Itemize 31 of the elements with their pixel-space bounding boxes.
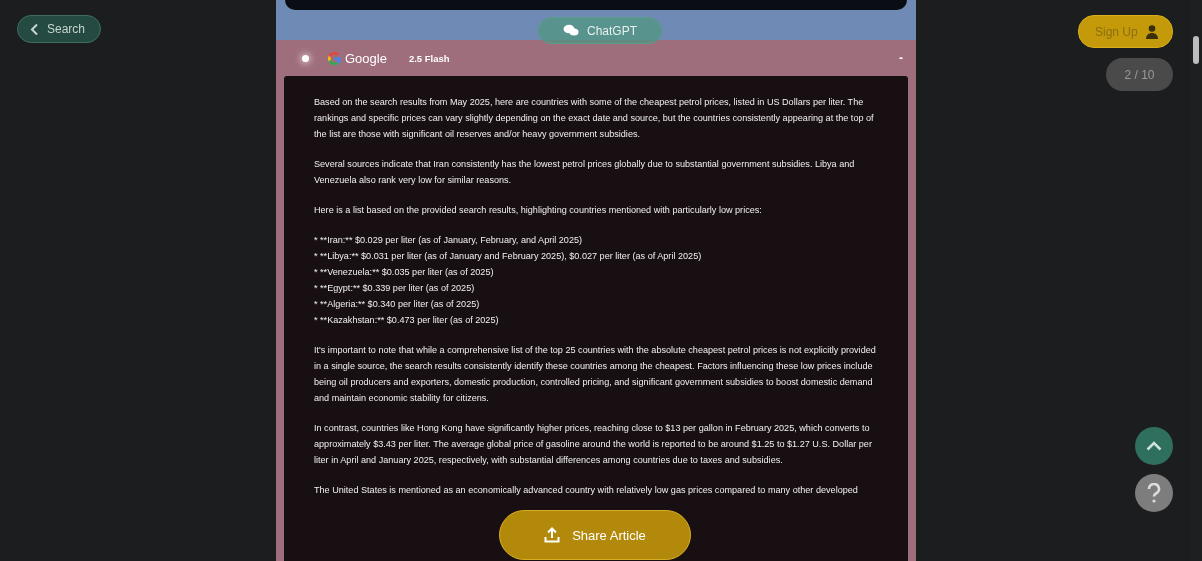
response-paragraph: It's important to note that while a comprehensive list of the top 25 countries with the absolute cheapest petrol prices is not explicitly provided in a single source, the search results consistently identify these countries among the cheapest. Factors influencing these low prices include being oil producers and exporters, domestic production, controlled pricing, and significant government subsidies to boost domestic demand and maintain economic stability for citizens. [314, 344, 877, 405]
list-line: * **Kazakhstan:** $0.473 per liter (as of 2025) [314, 314, 500, 327]
list-line: * **Egypt:** $0.339 per liter (as of 2025) [314, 282, 476, 295]
collapse-button[interactable]: - [896, 51, 906, 65]
chat-bubbles-icon [563, 24, 579, 37]
upload-icon [544, 527, 561, 543]
response-paragraph: Based on the search results from May 2025, here are countries with some of the cheapest petrol prices, listed in US Dollars per liter. The rankings and specific prices can vary slightly depending on the exact date and source, but the countries consistently appearing at the top of the list are those with significant oil reserves and/or heavy government subsidies. [314, 96, 875, 141]
list-line: * **Libya:** $0.031 per liter (as of January and February 2025), $0.027 per liter (as of April 2025) [314, 250, 703, 263]
back-button[interactable]: Search [17, 15, 102, 43]
model-tab[interactable]: ChatGPT [538, 17, 662, 44]
model-name: 2.5 Flash [408, 52, 450, 64]
list-line: * **Iran:** $0.029 per liter (as of January, February, and April 2025) [314, 234, 584, 247]
response-paragraph: In contrast, countries like Hong Kong have significantly higher prices, reaching close to $13 per gallon in February 2025, which converts to approximately $3.43 per liter. The average global price of gasoline around the world is reported to be around $1.25 to $1.27 U.S. Dollar per liter in April and January 2025, respectively, with substantial differences among countries due to taxes and subsidies. [314, 422, 873, 467]
chevron-up-icon [1146, 441, 1162, 451]
g-logo-icon [327, 50, 342, 66]
scroll-top-button[interactable] [1135, 427, 1173, 465]
status-dot-icon [302, 54, 309, 62]
chevron-left-icon [30, 22, 39, 36]
scrollbar-thumb[interactable] [1193, 36, 1199, 64]
response-paragraph: Several sources indicate that Iran consistently has the lowest petrol prices globally due to substantial government subsidies. Libya and Venezuela also rank very low for similar reasons. [314, 158, 856, 187]
provider-name: Google [345, 50, 387, 66]
list-line: * **Venezuela:** $0.035 per liter (as of 2025) [314, 266, 495, 279]
page-counter: 2 / 10 [1106, 58, 1173, 91]
sign-up-button[interactable]: Sign Up [1078, 15, 1173, 48]
response-paragraph: Here is a list based on the provided search results, highlighting countries mentioned with particularly low prices: [314, 204, 763, 217]
response-paragraph: The United States is mentioned as an economically advanced country with relatively low gas prices compared to many other developed [314, 484, 859, 497]
list-line: * **Algeria:** $0.340 per liter (as of 2025) [314, 298, 481, 311]
help-button[interactable] [1135, 474, 1173, 512]
question-mark-icon [1147, 483, 1161, 503]
user-icon [1145, 24, 1158, 39]
share-button[interactable]: Share Article [499, 510, 691, 560]
